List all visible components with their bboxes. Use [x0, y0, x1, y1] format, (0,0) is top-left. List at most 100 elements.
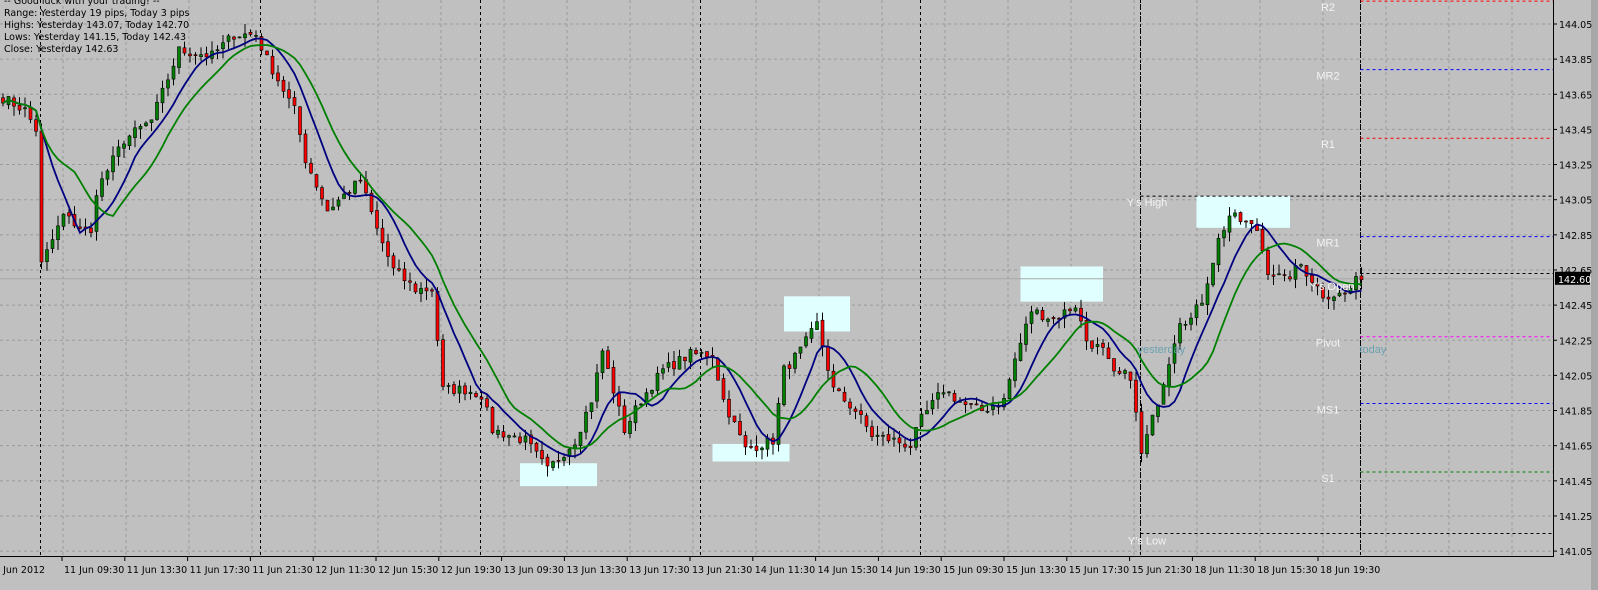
candle-bull	[809, 328, 814, 339]
candle-bull	[254, 35, 258, 37]
price-tick-label: 141.85	[1559, 407, 1592, 418]
candle-bear	[490, 407, 495, 434]
candle-bull	[149, 119, 154, 123]
candle-bear	[281, 79, 286, 92]
price-tick-label: 141.05	[1559, 547, 1592, 558]
candle-bull	[116, 146, 121, 157]
candle-bear	[270, 55, 275, 75]
candle-bull	[930, 400, 935, 410]
candle-bull	[584, 411, 588, 433]
candle-bear	[358, 179, 363, 182]
moving-average-slow	[2, 44, 1362, 450]
price-tick-label: 141.65	[1559, 442, 1592, 453]
candle-bull	[1299, 264, 1303, 267]
candle-bull	[1211, 262, 1215, 286]
candle-bear	[1282, 274, 1287, 276]
time-tick-label: 18 Jun 11:30	[1194, 565, 1254, 576]
pivot-label-mr1: MR1	[1316, 238, 1339, 250]
candle-bull	[925, 410, 929, 415]
candle-bull	[1145, 434, 1149, 455]
candle-bull	[655, 372, 660, 391]
candle-bull	[699, 352, 704, 354]
candle-bear	[276, 72, 280, 82]
candle-bear	[397, 268, 401, 271]
candle-bull	[815, 321, 819, 331]
moving-average-fast	[2, 37, 1362, 458]
price-tick-label: 143.85	[1559, 55, 1592, 66]
candle-bear	[1271, 274, 1276, 277]
candle-bear	[39, 130, 44, 263]
candle-bear	[1260, 228, 1265, 251]
candle-bull	[160, 87, 165, 104]
candle-bull	[941, 392, 946, 395]
candle-bear	[1288, 276, 1292, 280]
price-tick-label: 142.05	[1559, 371, 1592, 382]
candle-bear	[89, 227, 93, 234]
pivot-label-mr2: MR2	[1316, 71, 1339, 83]
candle-bear	[248, 31, 253, 35]
candle-bull	[1205, 283, 1210, 306]
candle-bull	[1123, 370, 1127, 374]
candle-bull	[1029, 311, 1034, 324]
time-tick-label: 11 Jun 09:30	[64, 565, 124, 576]
candle-bull	[199, 54, 203, 57]
price-tick-label: 143.25	[1559, 161, 1592, 172]
candle-bull	[144, 122, 148, 126]
candle-bull	[892, 437, 896, 440]
candle-bull	[875, 434, 880, 437]
candle-bull	[468, 391, 473, 394]
candle-bear	[380, 227, 385, 244]
candle-bear	[182, 47, 187, 54]
candle-bull	[760, 447, 764, 451]
candle-bear	[375, 210, 379, 229]
candle-bear	[518, 436, 522, 443]
price-chart[interactable]: R2 MR2 R1 MR1 Pivot MS1 S1 Y's High Y's Low yeste…	[0, 0, 1598, 590]
candle-bear	[34, 119, 38, 132]
candle-bull	[50, 239, 55, 249]
candle-bull	[155, 101, 159, 120]
candle-bear	[391, 255, 396, 269]
candle-bear	[463, 385, 467, 395]
yesterday-label: yesterday	[1138, 344, 1186, 356]
candle-bear	[859, 410, 863, 415]
candle-bull	[1337, 292, 1342, 297]
candle-bear	[413, 283, 418, 293]
candle-bull	[1222, 230, 1226, 239]
candle-bear	[969, 403, 973, 405]
candle-bear	[1244, 220, 1248, 223]
candle-bear	[826, 346, 830, 371]
candle-bull	[1150, 414, 1155, 436]
candle-bear	[1106, 347, 1111, 360]
candle-bull	[419, 288, 423, 294]
candle-bull	[1013, 358, 1017, 381]
time-tick-label: 13 Jun 09:30	[504, 565, 564, 576]
candle-bear	[1101, 342, 1105, 348]
candle-bear	[1238, 212, 1243, 222]
candle-bear	[606, 350, 610, 369]
candle-bear	[683, 356, 687, 362]
candle-bear	[1266, 249, 1270, 275]
candle-bull	[56, 225, 60, 241]
candle-bull	[1227, 215, 1232, 233]
candle-bear	[716, 358, 720, 381]
candle-bull	[105, 170, 110, 180]
candle-bear	[386, 241, 390, 257]
candle-bull	[446, 385, 451, 387]
candle-bull	[589, 402, 594, 412]
candle-bull	[1216, 237, 1221, 266]
candle-bear	[430, 289, 434, 292]
candle-bull	[1277, 273, 1281, 276]
time-tick-label: 13 Jun 17:30	[629, 565, 689, 576]
time-tick-label: 13 Jun 21:30	[692, 565, 752, 576]
candle-bear	[540, 450, 544, 460]
candle-bull	[1183, 324, 1188, 326]
yesterday-high-label: Y's High	[1127, 197, 1168, 209]
candle-bear	[1249, 220, 1254, 225]
candle-bull	[936, 392, 940, 400]
candle-bull	[985, 410, 990, 413]
price-zone	[1020, 266, 1103, 302]
time-tick-label: 8 Jun 2012	[0, 565, 45, 576]
time-tick-label: 15 Jun 13:30	[1006, 565, 1066, 576]
candle-bull	[919, 413, 924, 427]
candle-bull	[507, 435, 511, 438]
